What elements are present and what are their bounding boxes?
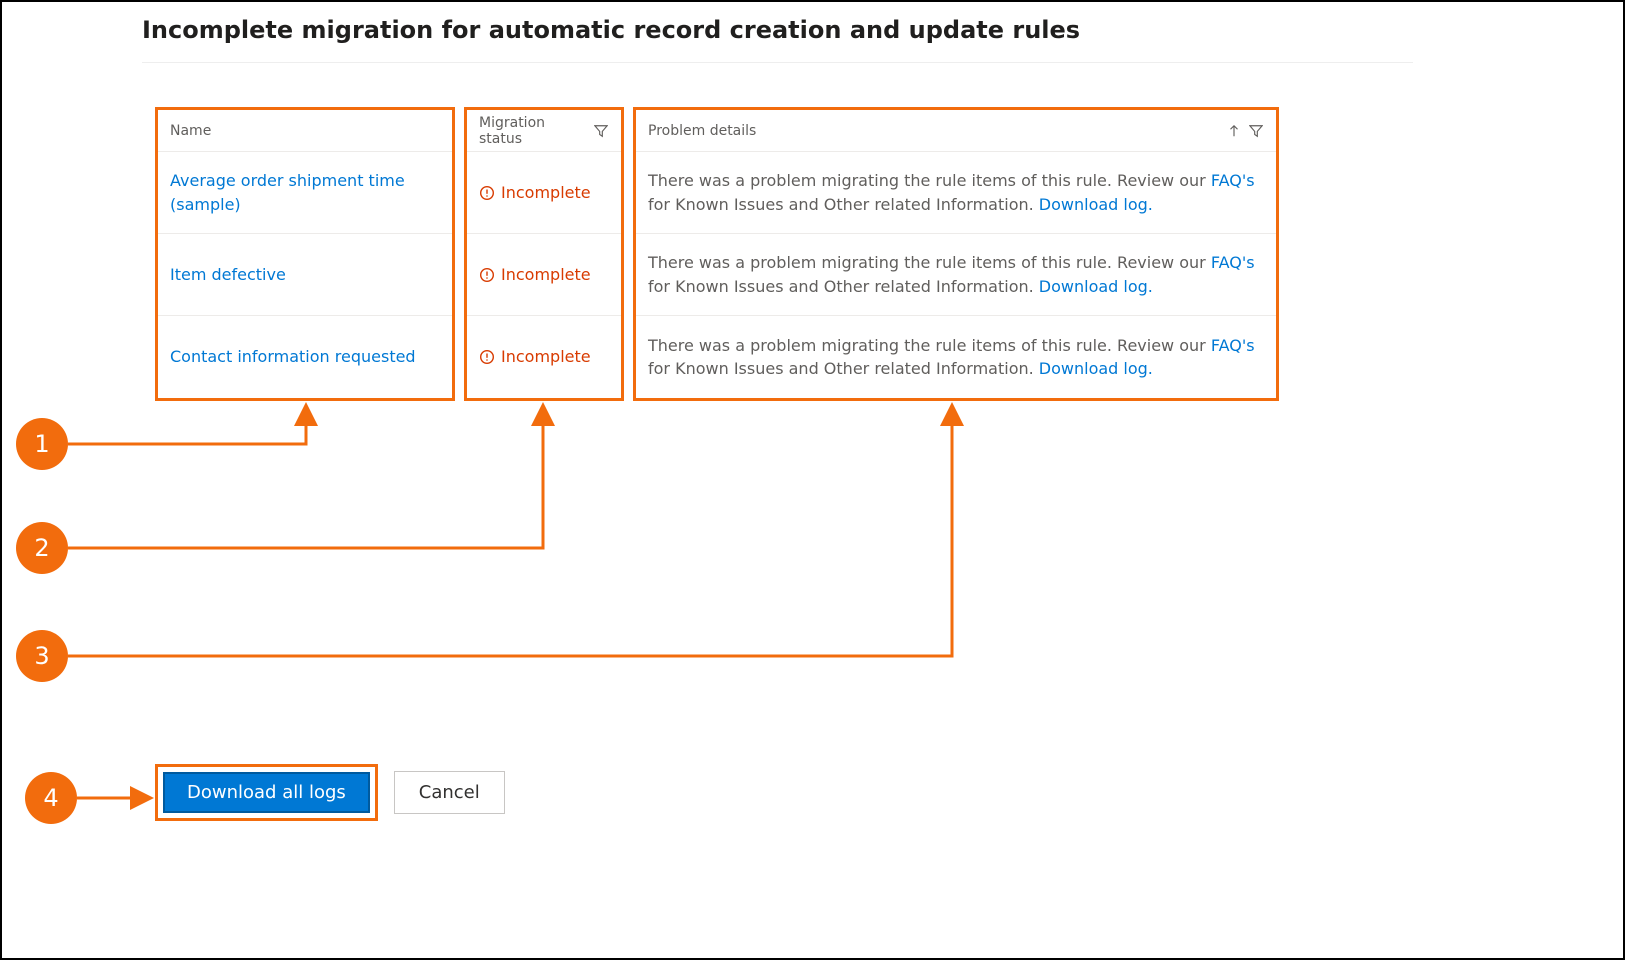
column-header-status[interactable]: Migration status [467,110,621,152]
faq-link[interactable]: FAQ's [1211,171,1255,190]
cancel-button[interactable]: Cancel [394,771,505,814]
column-header-name-label: Name [170,123,211,139]
column-status: Migration status Incomplete [464,107,624,401]
column-details: Problem details There was a problem migr… [633,107,1279,401]
column-header-status-label: Migration status [479,115,588,147]
table-row: Incomplete [467,152,621,234]
column-header-details-label: Problem details [648,123,756,139]
detail-mid: for Known Issues and Other related Infor… [648,359,1039,378]
faq-link[interactable]: FAQ's [1211,336,1255,355]
download-all-logs-button[interactable]: Download all logs [163,772,370,813]
rule-name-link[interactable]: Contact information requested [170,345,416,368]
callout-box-download: Download all logs [155,764,378,821]
detail-mid: for Known Issues and Other related Infor… [648,277,1039,296]
sort-icon[interactable] [1226,123,1242,139]
problem-details-text: There was a problem migrating the rule i… [648,169,1264,215]
table-row: Item defective [158,234,452,316]
callout-marker-3: 3 [16,630,68,682]
filter-icon[interactable] [1248,123,1264,139]
column-header-details[interactable]: Problem details [636,110,1276,152]
table-row: Contact information requested [158,316,452,398]
callout-marker-1: 1 [16,418,68,470]
detail-prefix: There was a problem migrating the rule i… [648,253,1211,272]
callout-marker-2: 2 [16,522,68,574]
download-log-link[interactable]: Download log. [1039,277,1153,296]
column-header-name[interactable]: Name [158,110,452,152]
dialog-footer: Download all logs Cancel [155,764,505,821]
page-title: Incomplete migration for automatic recor… [142,16,1413,44]
problem-details-text: There was a problem migrating the rule i… [648,334,1264,380]
filter-icon[interactable] [594,123,609,139]
status-text: Incomplete [501,263,591,286]
status-badge: Incomplete [479,181,591,204]
error-icon [479,349,495,365]
status-text: Incomplete [501,345,591,368]
table-row: Incomplete [467,316,621,398]
detail-prefix: There was a problem migrating the rule i… [648,336,1211,355]
migration-table: Name Average order shipment time (sample… [155,107,1279,401]
error-icon [479,267,495,283]
table-row: Incomplete [467,234,621,316]
column-name: Name Average order shipment time (sample… [155,107,455,401]
table-row: There was a problem migrating the rule i… [636,152,1276,234]
rule-name-link[interactable]: Average order shipment time (sample) [170,169,440,215]
status-badge: Incomplete [479,263,591,286]
status-text: Incomplete [501,181,591,204]
table-row: There was a problem migrating the rule i… [636,316,1276,398]
download-log-link[interactable]: Download log. [1039,195,1153,214]
callout-marker-4: 4 [25,772,77,824]
faq-link[interactable]: FAQ's [1211,253,1255,272]
detail-prefix: There was a problem migrating the rule i… [648,171,1211,190]
download-log-link[interactable]: Download log. [1039,359,1153,378]
error-icon [479,185,495,201]
problem-details-text: There was a problem migrating the rule i… [648,251,1264,297]
status-badge: Incomplete [479,345,591,368]
page-header: Incomplete migration for automatic recor… [142,16,1413,63]
table-row: There was a problem migrating the rule i… [636,234,1276,316]
table-row: Average order shipment time (sample) [158,152,452,234]
detail-mid: for Known Issues and Other related Infor… [648,195,1039,214]
rule-name-link[interactable]: Item defective [170,263,286,286]
